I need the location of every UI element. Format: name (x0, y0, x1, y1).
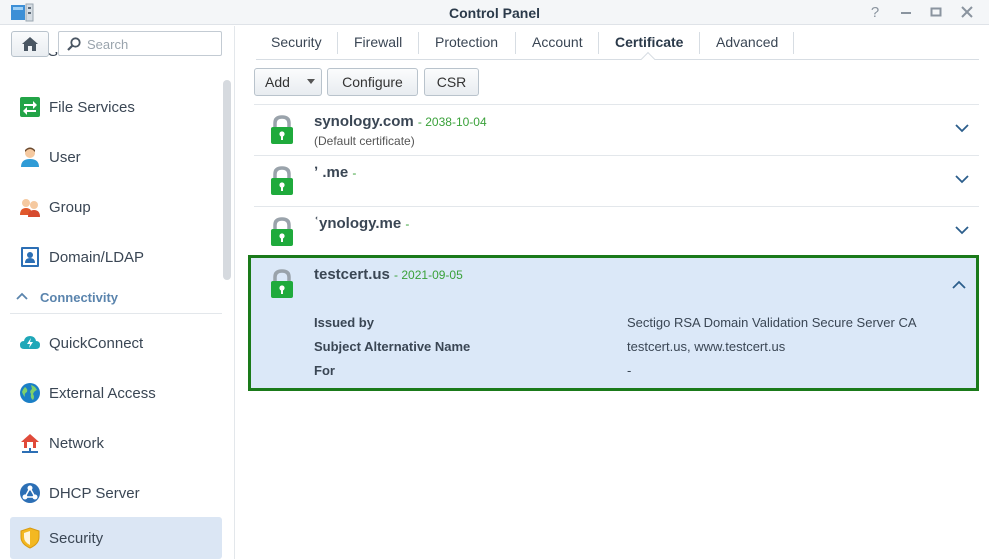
certificate-subtitle: (Default certificate) (314, 134, 415, 148)
csr-button[interactable]: CSR (424, 68, 479, 96)
chevron-up-icon[interactable] (952, 280, 966, 290)
tab-separator (515, 32, 516, 54)
chevron-up-icon (16, 292, 28, 300)
sidebar-section-connectivity[interactable]: Connectivity (10, 288, 222, 314)
security-shield-icon (20, 527, 40, 549)
add-dropdown-button[interactable] (300, 68, 322, 96)
certificate-expiry: - 2021-09-05 (394, 268, 463, 282)
search-icon (67, 37, 81, 51)
chevron-down-icon[interactable] (955, 225, 969, 235)
for-label: For (314, 363, 335, 378)
sidebar-item-domain-ldap[interactable]: Domain/LDAP (10, 236, 222, 278)
lock-icon (271, 115, 293, 144)
quickconnect-icon (20, 336, 40, 349)
certificate-name: testcert.us (314, 266, 390, 283)
chevron-down-icon[interactable] (955, 123, 969, 133)
certificate-row[interactable]: ʿynology.me - (254, 206, 979, 257)
tab-account[interactable]: Account (532, 34, 583, 50)
sidebar-item-dhcp-server[interactable]: DHCP Server (10, 472, 222, 514)
sidebar-item-file-services[interactable]: File Services (10, 86, 222, 128)
minimize-icon (901, 12, 911, 14)
chevron-down-icon[interactable] (955, 174, 969, 184)
subject-alt-name-value: testcert.us, www.testcert.us (627, 339, 786, 354)
minimize-button[interactable] (895, 2, 917, 22)
sidebar-item-external-access[interactable]: External Access (10, 372, 222, 414)
help-button[interactable]: ? (864, 2, 886, 22)
certificate-row-expanded[interactable]: testcert.us - 2021-09-05 Issued by Secti… (248, 255, 979, 391)
lock-icon (271, 217, 293, 246)
group-icon (20, 199, 40, 217)
maximize-icon (930, 7, 942, 17)
configure-button[interactable]: Configure (327, 68, 418, 96)
tab-separator (699, 32, 700, 54)
home-icon (22, 37, 38, 51)
network-icon (21, 434, 39, 453)
lock-icon (271, 166, 293, 195)
certificate-expiry: - (405, 217, 410, 231)
sidebar-item-quickconnect[interactable]: QuickConnect (10, 322, 222, 364)
for-value: - (627, 363, 632, 378)
certificate-expiry: - 2038-10-04 (417, 115, 487, 129)
tab-protection[interactable]: Protection (435, 34, 498, 50)
issued-by-label: Issued by (314, 315, 374, 330)
sidebar-item-security[interactable]: Security (10, 517, 222, 559)
help-icon: ? (870, 3, 880, 21)
tab-security[interactable]: Security (271, 34, 322, 50)
sidebar-item-group[interactable]: Group (10, 186, 222, 228)
subject-alt-name-label: Subject Alternative Name (314, 339, 471, 354)
file-services-icon (20, 97, 40, 117)
tab-firewall[interactable]: Firewall (354, 34, 402, 50)
add-button[interactable]: Add (254, 68, 301, 96)
user-icon (21, 147, 39, 167)
title-bar: Control Panel ? (0, 0, 989, 25)
tab-advanced[interactable]: Advanced (716, 34, 778, 50)
search-input[interactable] (87, 35, 217, 53)
domain-ldap-icon (21, 247, 39, 267)
certificate-row[interactable]: synology.com - 2038-10-04 (Default certi… (254, 104, 979, 155)
tab-bar: Security Firewall Protection Account Cer… (256, 26, 979, 67)
sidebar-scrollbar[interactable] (223, 80, 231, 280)
close-button[interactable] (956, 2, 978, 22)
certificate-expiry: - (352, 166, 357, 180)
tab-separator (418, 32, 419, 54)
tab-separator (337, 32, 338, 54)
active-tab-indicator (640, 51, 656, 67)
close-icon (961, 6, 973, 18)
search-field[interactable] (58, 31, 222, 56)
certificate-row[interactable]: ʼ .me - (254, 155, 979, 206)
certificate-name: synology.com (314, 113, 414, 130)
issued-by-value: Sectigo RSA Domain Validation Secure Ser… (627, 315, 917, 330)
certificate-name: ʿynology.me (314, 215, 402, 232)
lock-icon (271, 269, 293, 298)
external-access-icon (20, 383, 40, 403)
dhcp-server-icon (20, 483, 40, 503)
home-button[interactable] (11, 31, 49, 57)
tab-separator (598, 32, 599, 54)
sidebar-item-user[interactable]: User (10, 136, 222, 178)
maximize-button[interactable] (925, 2, 947, 22)
sidebar: Shared Folder File Services (0, 26, 235, 559)
window-title: Control Panel (448, 5, 540, 21)
tab-certificate[interactable]: Certificate (615, 34, 683, 50)
tab-separator (793, 32, 794, 54)
sidebar-item-network[interactable]: Network (10, 422, 222, 464)
certificate-name: ʼ .me (314, 164, 349, 181)
caret-down-icon (306, 79, 315, 84)
